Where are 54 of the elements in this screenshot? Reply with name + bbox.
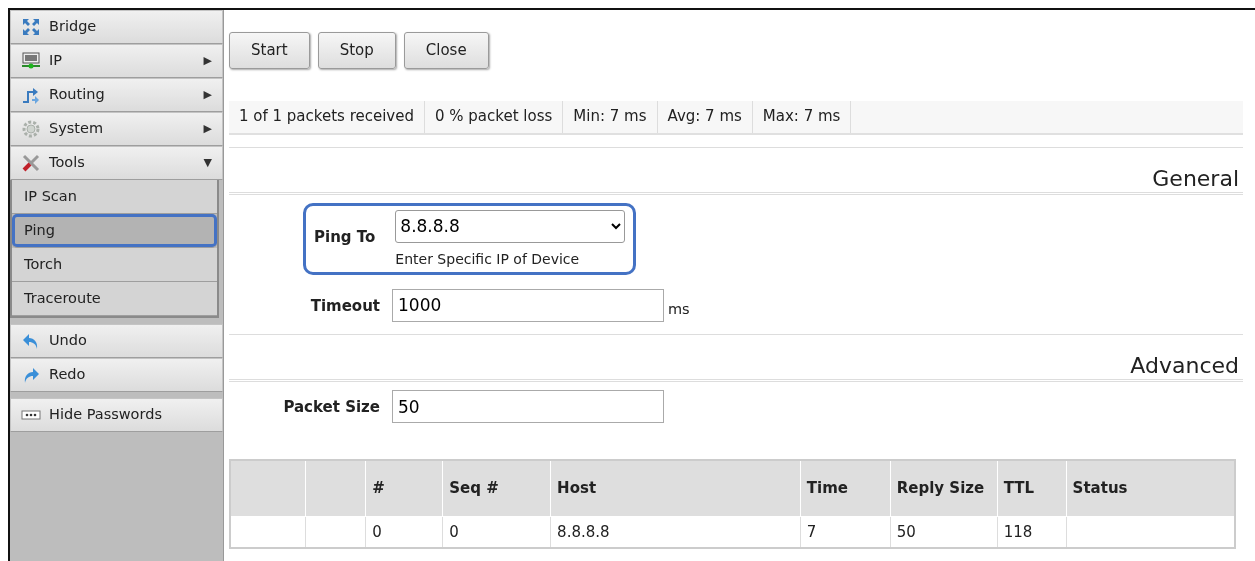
status-text: Min: 7 ms [563,100,658,133]
section-heading: Advanced [229,334,1243,383]
sidebar-item[interactable]: System ▶ [10,112,223,146]
menu-label: Redo [49,365,86,385]
submenu-item[interactable]: Torch [12,248,217,282]
submenu-arrow: ▼ [203,154,212,171]
unit-label: ms [667,299,690,319]
sidebar-item[interactable]: Routing ▶ [10,78,223,112]
status-text: Max: 7 ms [752,100,852,133]
status-text: 0 % packet loss [425,100,564,133]
toolbar-button[interactable]: Start [229,32,310,69]
submenu-item[interactable]: IP Scan [12,180,217,214]
submenu-arrow: ▶ [203,86,212,103]
status-text: Avg: 7 ms [657,100,753,133]
sidebar-item[interactable]: Undo [10,324,223,358]
submenu-arrow: ▶ [203,52,212,69]
menu-label: Hide Passwords [49,405,162,425]
submenu-arrow: ▶ [203,120,212,137]
select-field[interactable]: 8.8.8.8 [395,209,626,243]
sidebar-item[interactable]: Hide Passwords [10,398,223,432]
hint-text: Enter Specific IP of Device [395,249,581,269]
column-header: TTL [997,460,1067,517]
menu-label: Undo [49,331,87,351]
input-field[interactable]: 50 [392,390,664,424]
menu-label: Routing [49,85,105,105]
toolbar-button[interactable]: Stop [317,32,396,69]
menu-label: Bridge [49,17,97,37]
sidebar-item[interactable]: IP ▶ [10,44,223,78]
submenu-item[interactable]: Traceroute [12,282,217,316]
toolbar-button[interactable]: Close [403,32,489,69]
field-label: Timeout [309,295,381,317]
menu-label: IP [49,51,63,71]
gear-icon [21,119,41,139]
column-header: Reply Size [890,460,998,517]
column-header: Host [550,460,801,517]
status-text: 1 of 1 packets received [229,100,425,133]
tools-icon [21,153,41,173]
input-field[interactable]: 1000 [392,288,664,322]
sidebar-item[interactable]: Redo [10,358,223,392]
column-header: # [365,460,443,517]
field-label: Packet Size [282,397,381,419]
bridge-arrows-icon [21,17,41,37]
section-heading: General [229,147,1243,195]
sidebar-item[interactable]: Tools ▼ [10,146,223,180]
column-header: Time [800,460,891,517]
sidebar-item[interactable]: Bridge [10,10,223,44]
menu-label: System [49,119,104,139]
column-header: Seq # [442,460,551,517]
monitor-icon [21,51,41,71]
routing-arrows-icon [21,85,41,105]
column-header: Status [1066,460,1235,517]
menu-label: Tools [49,153,85,173]
submenu-item[interactable]: Ping [12,214,217,248]
field-label: Ping To [314,226,377,248]
